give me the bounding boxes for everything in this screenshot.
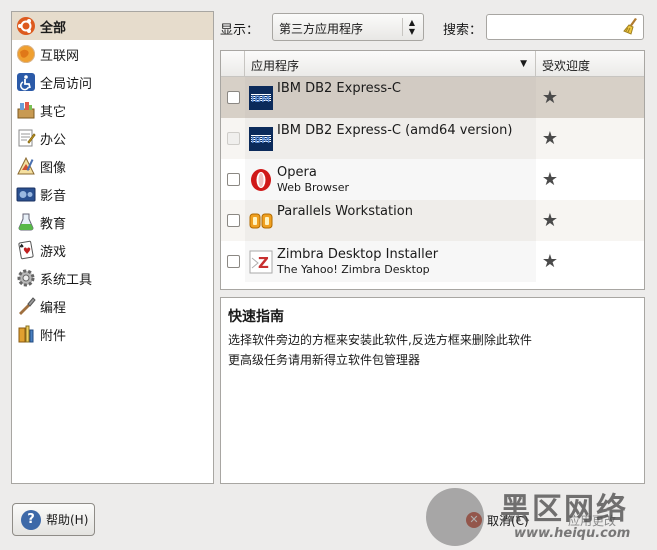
category-label: 游戏 [40,244,67,260]
guide-line-2: 更高级任务请用新得立软件包管理器 [228,353,421,367]
category-label: 其它 [40,104,67,120]
accessibility-icon [16,72,36,92]
gear-icon [16,268,36,288]
opera-icon [249,168,273,192]
show-filter-combo[interactable]: 第三方应用程序 ▲ ▼ [272,13,424,41]
combo-arrows-icon: ▲ ▼ [408,18,416,36]
category-label: 全局访问 [40,76,93,92]
category-label: 办公 [40,132,67,148]
category-item-education[interactable]: 教育 [12,208,213,236]
cancel-icon: ✕ [466,512,482,528]
app-description: Web Browser [277,180,350,194]
application-table: 应用程序 ▼ 受欢迎度 IBM IBM DB2 Express-C ★ IBM … [220,50,645,290]
app-description: The Yahoo! Zimbra Desktop [277,262,430,276]
header-popularity[interactable]: 受欢迎度 [536,51,644,76]
table-row[interactable]: IBM IBM DB2 Express-C ★ [221,77,644,118]
header-checkbox-column[interactable] [221,51,245,76]
category-item-internet[interactable]: 互联网 [12,40,213,68]
cancel-button-label: 取消(C) [487,513,529,528]
install-checkbox[interactable] [226,132,240,145]
category-label: 编程 [40,300,67,316]
table-header: 应用程序 ▼ 受欢迎度 [221,51,644,77]
category-label: 全部 [40,20,67,36]
programming-icon [16,296,36,316]
education-icon [16,212,36,232]
help-button-label: 帮助(H) [46,513,89,527]
install-checkbox[interactable] [226,255,240,268]
ubuntu-icon [16,16,36,36]
header-application[interactable]: 应用程序 ▼ [245,51,536,76]
table-row[interactable]: Parallels Workstation ★ [221,200,644,241]
zimbra-icon: Z [249,250,273,274]
help-button[interactable]: ? 帮助(H) [12,503,95,536]
help-icon: ? [21,509,41,530]
app-name: Opera [277,164,317,180]
table-row[interactable]: Z Zimbra Desktop Installer The Yahoo! Zi… [221,241,644,282]
category-label: 互联网 [40,48,80,64]
category-item-system-tools[interactable]: 系统工具 [12,264,213,292]
category-item-office[interactable]: 办公 [12,124,213,152]
category-label: 影音 [40,188,67,204]
star-icon: ★ [541,210,559,231]
category-item-graphics[interactable]: 图像 [12,152,213,180]
category-list: 全部 互联网 全局访问 其它 办公 图像 影音 教育 ♥ ♠ 游戏 系统工具 编… [11,11,214,484]
guide-title: 快速指南 [228,309,284,325]
table-row[interactable]: Opera Web Browser ★ [221,159,644,200]
quick-guide-panel: 快速指南 选择软件旁边的方框来安装此软件,反选方框来删除此软件 更高级任务请用新… [220,297,645,484]
graphics-icon [16,156,36,176]
cancel-button[interactable]: ✕ 取消(C) [466,505,554,535]
category-label: 附件 [40,328,67,344]
app-name: IBM DB2 Express-C (amd64 version) [277,123,513,138]
category-label: 系统工具 [40,272,93,288]
install-checkbox[interactable] [226,173,240,186]
clear-search-icon[interactable] [622,17,640,35]
office-icon [16,128,36,148]
globe-icon [16,44,36,64]
search-label: 搜索： [443,23,483,38]
category-item-other[interactable]: 其它 [12,96,213,124]
category-label: 教育 [40,216,67,232]
apply-changes-button[interactable]: 应用更改 [558,505,644,535]
header-popularity-label: 受欢迎度 [542,59,591,73]
category-item-games[interactable]: ♥ ♠ 游戏 [12,236,213,264]
category-item-all[interactable]: 全部 [12,12,213,40]
svg-text:IBM: IBM [251,95,270,105]
multimedia-icon [16,184,36,204]
category-label: 图像 [40,160,67,176]
sort-down-icon: ▼ [520,59,527,69]
header-application-label: 应用程序 [251,59,300,73]
category-item-programming[interactable]: 编程 [12,292,213,320]
search-input[interactable] [486,14,644,40]
star-icon: ★ [541,87,559,108]
install-checkbox[interactable] [226,214,240,227]
app-name: IBM DB2 Express-C [277,81,401,96]
star-icon: ★ [541,128,559,149]
star-icon: ★ [541,169,559,190]
accessories-icon [16,324,36,344]
app-name: Zimbra Desktop Installer [277,246,439,262]
app-name: Parallels Workstation [277,204,413,219]
show-filter-value: 第三方应用程序 [279,22,364,36]
ibm-icon: IBM [249,126,273,151]
svg-text:♠: ♠ [19,243,24,250]
ibm-icon: IBM [249,85,273,110]
table-row[interactable]: IBM IBM DB2 Express-C (amd64 version) ★ [221,118,644,159]
parallels-icon [249,209,273,233]
svg-text:Z: Z [258,254,269,272]
svg-text:IBM: IBM [251,136,270,146]
category-item-multimedia[interactable]: 影音 [12,180,213,208]
category-item-accessories[interactable]: 附件 [12,320,213,348]
install-checkbox[interactable] [226,91,240,104]
combo-separator [402,18,403,36]
pane-resize-handle[interactable] [405,291,455,301]
games-icon: ♥ ♠ [16,240,36,260]
star-icon: ★ [541,251,559,272]
show-label: 显示： [220,23,260,38]
other-icon [16,100,36,120]
apply-button-label: 应用更改 [568,513,617,528]
guide-line-1: 选择软件旁边的方框来安装此软件,反选方框来删除此软件 [228,333,532,347]
category-item-accessibility[interactable]: 全局访问 [12,68,213,96]
